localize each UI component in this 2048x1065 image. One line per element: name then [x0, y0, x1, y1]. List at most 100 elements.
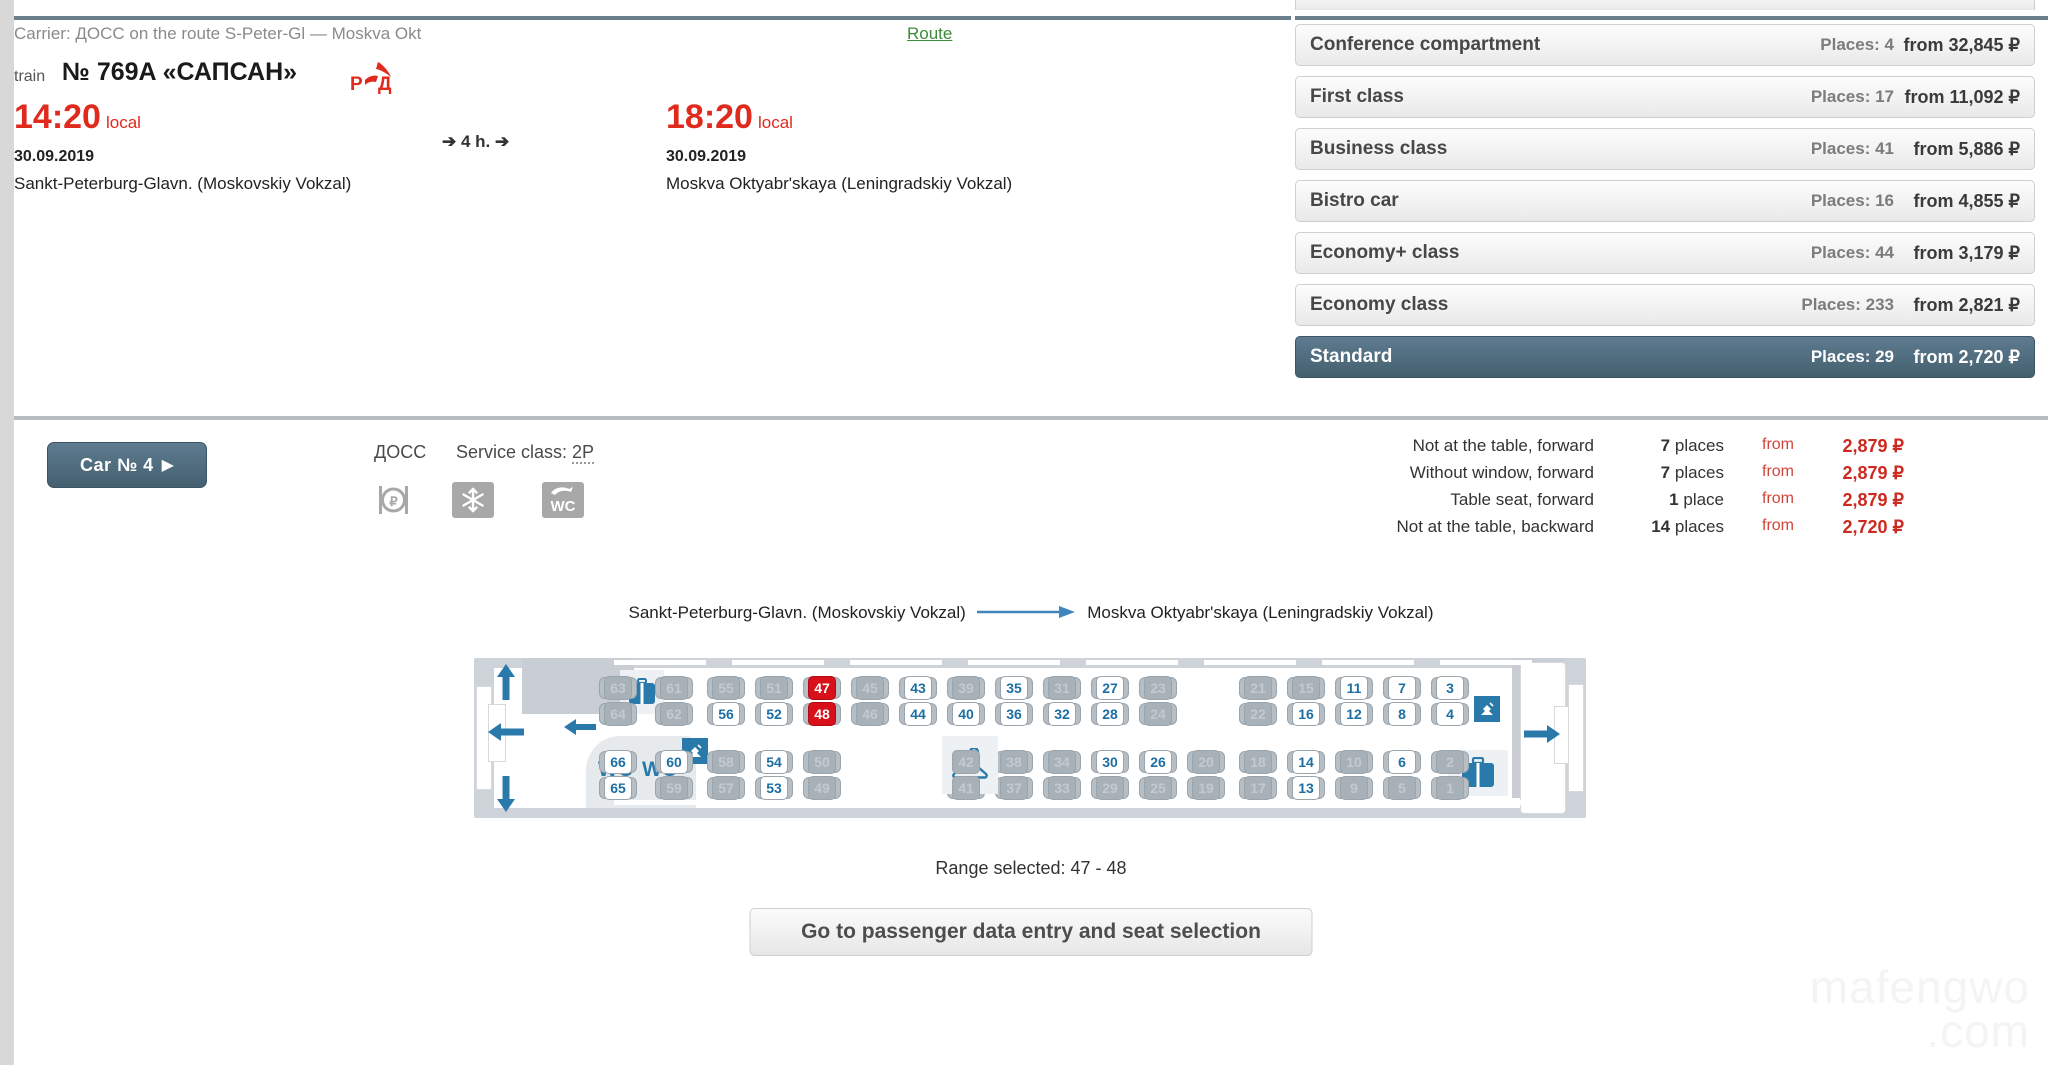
service-class-value[interactable]: 2P [572, 442, 595, 464]
class-name: Business class [1310, 138, 1448, 159]
seat-11[interactable]: 11 [1335, 676, 1373, 700]
seat-type-price: 2,720 ₽ [1842, 517, 1905, 537]
range-selected-text: Range selected: 47 - 48 [935, 858, 1127, 878]
svg-text:Р: Р [350, 74, 363, 95]
seat-4[interactable]: 4 [1431, 702, 1469, 726]
seat-52[interactable]: 52 [755, 702, 793, 726]
seat-22: 22 [1239, 702, 1277, 726]
class-places: Places: 4 [1820, 35, 1894, 54]
seat-number: 33 [1054, 780, 1070, 796]
seat-number: 60 [666, 754, 682, 770]
seat-65[interactable]: 65 [599, 776, 637, 800]
seat-number: 34 [1054, 754, 1070, 770]
seat-25: 25 [1139, 776, 1177, 800]
class-name: Economy+ class [1310, 242, 1460, 263]
seat-40[interactable]: 40 [947, 702, 985, 726]
seat-12[interactable]: 12 [1335, 702, 1373, 726]
seat-43[interactable]: 43 [899, 676, 937, 700]
seat-54[interactable]: 54 [755, 750, 793, 774]
restaurant-icon: ₽ [374, 482, 414, 525]
seat-7[interactable]: 7 [1383, 676, 1421, 700]
seat-53[interactable]: 53 [755, 776, 793, 800]
seat-62: 62 [655, 702, 693, 726]
seat-60[interactable]: 60 [655, 750, 693, 774]
seat-26[interactable]: 26 [1139, 750, 1177, 774]
arrow-left-icon-outer [488, 722, 524, 747]
seat-27[interactable]: 27 [1091, 676, 1129, 700]
seat-14[interactable]: 14 [1287, 750, 1325, 774]
seat-number: 12 [1346, 706, 1362, 722]
seat-number: 57 [718, 780, 734, 796]
cabin-seam [1086, 660, 1178, 665]
arrival-station: Moskva Oktyabr'skaya (Leningradskiy Vokz… [666, 174, 1013, 193]
class-row[interactable]: First class Places: 17 from 11,092 ₽ [1295, 76, 2035, 118]
class-row[interactable]: Business class Places: 41 from 5,886 ₽ [1295, 128, 2035, 170]
service-class-label: Service class: [456, 442, 573, 462]
seat-61: 61 [655, 676, 693, 700]
class-name: Bistro car [1310, 190, 1399, 211]
class-name: Standard [1310, 346, 1393, 367]
departure-date: 30.09.2019 [14, 148, 95, 165]
cabin-seam [732, 800, 824, 805]
service-class-list: Conference compartment Places: 4 from 32,8… [1295, 0, 2035, 388]
service-class: Service class: 2P [456, 442, 595, 464]
seat-number: 58 [718, 754, 734, 770]
arrival-block: 18:20 local 30.09.2019 Moskva Oktyabr'ska… [666, 100, 1012, 194]
seat-16[interactable]: 16 [1287, 702, 1325, 726]
seat-19: 19 [1187, 776, 1225, 800]
class-row[interactable]: Conference compartment Places: 4 from 32,8… [1295, 24, 2035, 66]
seat-56[interactable]: 56 [707, 702, 745, 726]
class-row-partial[interactable] [1295, 0, 2035, 10]
direction-to: Moskva Oktyabr'skaya (Leningradskiy Vokz… [1087, 603, 1434, 622]
seat-3[interactable]: 3 [1431, 676, 1469, 700]
seat-type-row: Not at the table, forward 7 places from 2,8… [1294, 436, 1914, 463]
seat-number: 42 [958, 754, 974, 770]
route-link[interactable]: Route [907, 24, 952, 44]
cabin-seam [850, 660, 942, 665]
class-row[interactable]: Standard Places: 29 from 2,720 ₽ [1295, 336, 2035, 378]
seat-47[interactable]: 47 [803, 676, 841, 700]
direction-from: Sankt-Peterburg-Glavn. (Moskovskiy Vokza… [628, 603, 966, 622]
duration-value: 4 h. [460, 132, 491, 151]
seat-number: 40 [958, 706, 974, 722]
seat-8[interactable]: 8 [1383, 702, 1421, 726]
seat-number: 13 [1298, 780, 1314, 796]
seat-number: 59 [666, 780, 682, 796]
seat-30[interactable]: 30 [1091, 750, 1129, 774]
seat-28[interactable]: 28 [1091, 702, 1129, 726]
seat-36[interactable]: 36 [995, 702, 1033, 726]
class-price: from 2,821 ₽ [1913, 294, 2021, 315]
seat-number: 55 [718, 680, 734, 696]
train-number: № 769A «САПСАН» [62, 58, 298, 86]
seat-44[interactable]: 44 [899, 702, 937, 726]
arrow-right-icon-1: ➔ [442, 132, 457, 151]
seat-number: 23 [1150, 680, 1166, 696]
class-row[interactable]: Bistro car Places: 16 from 4,855 ₽ [1295, 180, 2035, 222]
car-selector-button[interactable]: Car № 4 ▶ [47, 442, 207, 488]
seat-32[interactable]: 32 [1043, 702, 1081, 726]
seat-6[interactable]: 6 [1383, 750, 1421, 774]
seat-33: 33 [1043, 776, 1081, 800]
class-row[interactable]: Economy class Places: 233 from 2,821 ₽ [1295, 284, 2035, 326]
seat-35[interactable]: 35 [995, 676, 1033, 700]
go-to-passenger-data-button[interactable]: Go to passenger data entry and seat sele… [749, 908, 1313, 956]
seat-2: 2 [1431, 750, 1469, 774]
seat-number: 49 [814, 780, 830, 796]
rzd-logo-icon: Р Д [348, 60, 396, 101]
seat-41: 41 [947, 776, 985, 800]
cabin-seam [1440, 800, 1532, 805]
seat-66[interactable]: 66 [599, 750, 637, 774]
car-selector-label: Car № 4 [80, 454, 154, 475]
seat-48[interactable]: 48 [803, 702, 841, 726]
seat-24: 24 [1139, 702, 1177, 726]
seat-13[interactable]: 13 [1287, 776, 1325, 800]
seat-number: 41 [958, 780, 974, 796]
seat-38: 38 [995, 750, 1033, 774]
class-row[interactable]: Economy+ class Places: 44 from 3,179 ₽ [1295, 232, 2035, 274]
seat-type-name: Table seat, forward [1450, 490, 1594, 509]
seat-type-from-label: from [1762, 517, 1794, 534]
seat-42: 42 [947, 750, 985, 774]
seat-57: 57 [707, 776, 745, 800]
wc-icon: WC [542, 482, 584, 518]
cabin-seam [1086, 800, 1178, 805]
